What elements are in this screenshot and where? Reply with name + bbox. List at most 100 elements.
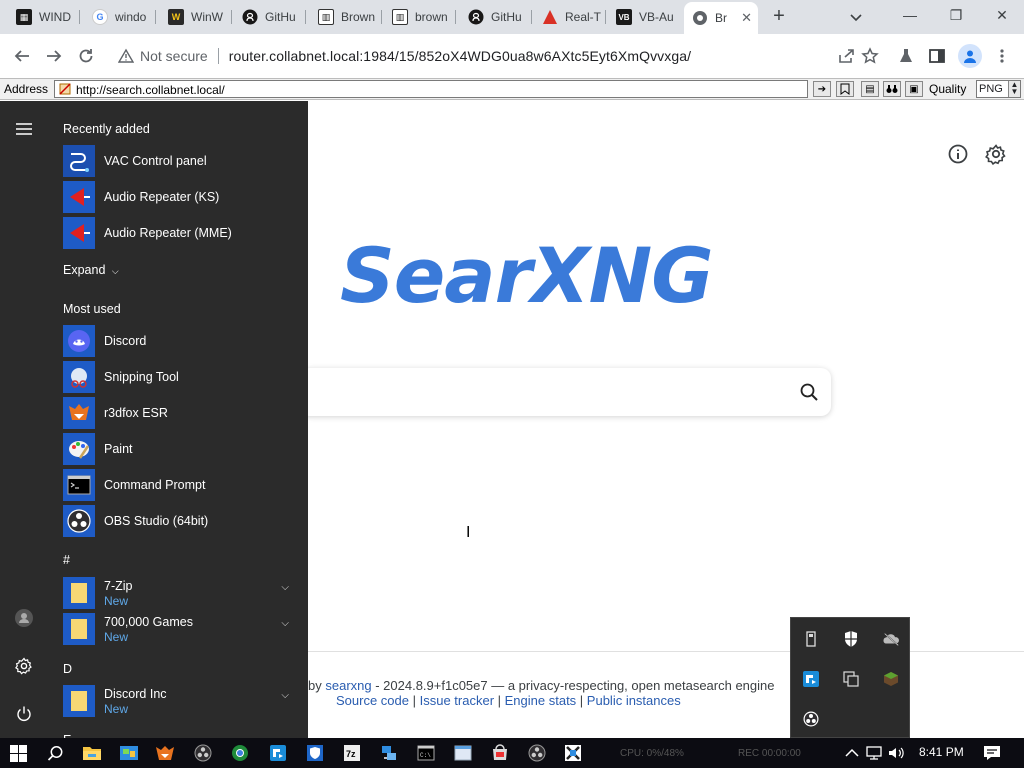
window-app-icon[interactable] — [453, 743, 473, 763]
chevron-down-icon[interactable]: ⌵ — [281, 690, 289, 701]
folder-7zip[interactable]: 7-Zip New ⌵ — [63, 576, 299, 610]
clipboard-icon[interactable]: ▣ — [905, 81, 923, 97]
app-label: r3dfox ESR — [104, 406, 168, 420]
profile-avatar-icon[interactable] — [958, 44, 982, 68]
issue-tracker-link[interactable]: Issue tracker — [420, 693, 494, 708]
file-explorer-icon[interactable] — [82, 743, 102, 763]
app-r3dfox[interactable]: r3dfox ESR — [63, 396, 299, 430]
expand-button[interactable]: Expand ⌵ — [63, 263, 119, 277]
new-tab-button[interactable]: + — [768, 6, 790, 27]
vb-audio-icon[interactable] — [563, 743, 583, 763]
app-audio-repeater-ks[interactable]: Audio Repeater (KS) — [63, 180, 299, 214]
address-input[interactable]: http://search.collabnet.local/ — [54, 80, 808, 98]
folder-discord-inc[interactable]: Discord Inc New ⌵ — [63, 684, 299, 718]
security-shield-icon[interactable] — [842, 630, 860, 648]
security-shield-icon[interactable] — [305, 743, 325, 763]
close-window-button[interactable]: ✕ — [986, 5, 1018, 27]
copy-windows-icon[interactable] — [842, 670, 860, 688]
app-audio-repeater-mme[interactable]: Audio Repeater (MME) — [63, 216, 299, 250]
bookmark-star-icon[interactable] — [860, 46, 880, 66]
menu-kebab-icon[interactable] — [992, 46, 1012, 66]
app-blue-arrow-icon[interactable] — [268, 743, 288, 763]
minimize-button[interactable]: — — [894, 5, 926, 27]
app-paint[interactable]: Paint — [63, 432, 299, 466]
app-vac-control-panel[interactable]: VAC Control panel — [63, 144, 299, 178]
search-icon[interactable] — [45, 743, 65, 763]
back-button[interactable] — [10, 44, 34, 68]
chevron-up-icon[interactable] — [842, 743, 862, 763]
app-command-prompt[interactable]: Command Prompt — [63, 468, 299, 502]
engine-stats-link[interactable]: Engine stats — [505, 693, 577, 708]
searxng-link[interactable]: searxng — [325, 678, 371, 693]
usb-drive-icon[interactable] — [802, 630, 820, 648]
windows-start-icon[interactable] — [8, 743, 28, 763]
store-app-icon[interactable] — [490, 743, 510, 763]
tab-3[interactable]: W WinW — [160, 4, 232, 30]
hamburger-menu-icon[interactable] — [14, 119, 34, 139]
search-input[interactable] — [300, 368, 831, 416]
7zip-icon[interactable]: 7z — [342, 743, 362, 763]
obs-tray-icon[interactable] — [802, 710, 820, 728]
tab-7[interactable]: GitHu — [460, 4, 532, 30]
chevron-down-icon[interactable]: ⌵ — [281, 618, 289, 629]
forward-button[interactable] — [42, 44, 66, 68]
tab-search-icon[interactable] — [848, 9, 864, 25]
tab-4[interactable]: GitHu — [234, 4, 306, 30]
go-arrow-button[interactable]: ➔ — [813, 81, 831, 97]
obs-icon[interactable] — [527, 743, 547, 763]
search-icon[interactable] — [799, 382, 819, 402]
network-icon[interactable] — [864, 743, 884, 763]
folder-700000-games[interactable]: 700,000 Games New ⌵ — [63, 612, 299, 646]
browser-toolbar: Not secure router.collabnet.local:1984/1… — [0, 34, 1024, 78]
restore-button[interactable]: ❐ — [940, 5, 972, 27]
tab-close-icon[interactable]: ✕ — [741, 10, 752, 26]
clock[interactable]: 8:41 PM — [919, 745, 964, 759]
omnibox[interactable]: Not secure router.collabnet.local:1984/1… — [108, 40, 888, 72]
network-app-icon[interactable] — [379, 743, 399, 763]
source-code-link[interactable]: Source code — [336, 693, 409, 708]
volume-icon[interactable] — [886, 743, 906, 763]
tab-8[interactable]: Real-T — [534, 4, 606, 30]
minecraft-block-icon[interactable] — [882, 670, 900, 688]
app-obs-studio[interactable]: OBS Studio (64bit) — [63, 504, 299, 538]
public-instances-link[interactable]: Public instances — [587, 693, 681, 708]
tab-5[interactable]: ▥ Brown — [310, 4, 382, 30]
side-panel-icon[interactable] — [927, 46, 947, 66]
bookmark-icon[interactable] — [836, 81, 854, 97]
tab-6[interactable]: ▥ brown — [384, 4, 456, 30]
control-panel-icon[interactable] — [119, 743, 139, 763]
tab-1[interactable]: ▦ WIND — [8, 4, 80, 30]
app-discord[interactable]: Discord — [63, 324, 299, 358]
url-text[interactable]: router.collabnet.local:1984/15/852oX4WDG… — [229, 48, 691, 64]
group-d-heading[interactable]: D — [63, 662, 72, 676]
app-tray-blue-icon[interactable] — [802, 670, 820, 688]
book-icon[interactable]: ▤ — [861, 81, 879, 97]
globe-icon — [692, 10, 708, 26]
tab-active[interactable]: Br ✕ — [684, 2, 758, 34]
command-prompt-icon[interactable]: C:\ — [416, 743, 436, 763]
chrome-icon[interactable] — [230, 743, 250, 763]
user-account-icon[interactable] — [14, 608, 34, 628]
info-icon[interactable] — [947, 143, 969, 165]
quality-select[interactable]: PNG ▲ ▼ — [976, 80, 1021, 98]
spin-arrows-icon[interactable]: ▲ ▼ — [1008, 81, 1020, 97]
security-label[interactable]: Not secure — [140, 48, 208, 64]
settings-gear-icon[interactable] — [985, 143, 1007, 166]
power-icon[interactable] — [14, 704, 34, 724]
chevron-down-icon[interactable]: ⌵ — [281, 582, 289, 593]
group-hash-heading[interactable]: # — [63, 553, 70, 567]
obs-icon[interactable] — [193, 743, 213, 763]
onedrive-offline-icon[interactable] — [882, 630, 900, 648]
tab-strip: ▦ WIND G windo W WinW GitHu ▥ Brown ▥ br… — [0, 0, 1024, 34]
tab-2[interactable]: G windo — [84, 4, 156, 30]
app-snipping-tool[interactable]: Snipping Tool — [63, 360, 299, 394]
share-icon[interactable] — [836, 46, 856, 66]
warning-icon[interactable] — [117, 48, 135, 64]
notification-icon[interactable] — [982, 743, 1002, 763]
reload-button[interactable] — [74, 44, 98, 68]
labs-flask-icon[interactable] — [896, 46, 916, 66]
tab-9[interactable]: VB VB-Au — [608, 4, 682, 30]
binoculars-icon[interactable] — [883, 81, 901, 97]
r3dfox-icon[interactable] — [155, 743, 175, 763]
settings-gear-icon[interactable] — [14, 656, 34, 676]
